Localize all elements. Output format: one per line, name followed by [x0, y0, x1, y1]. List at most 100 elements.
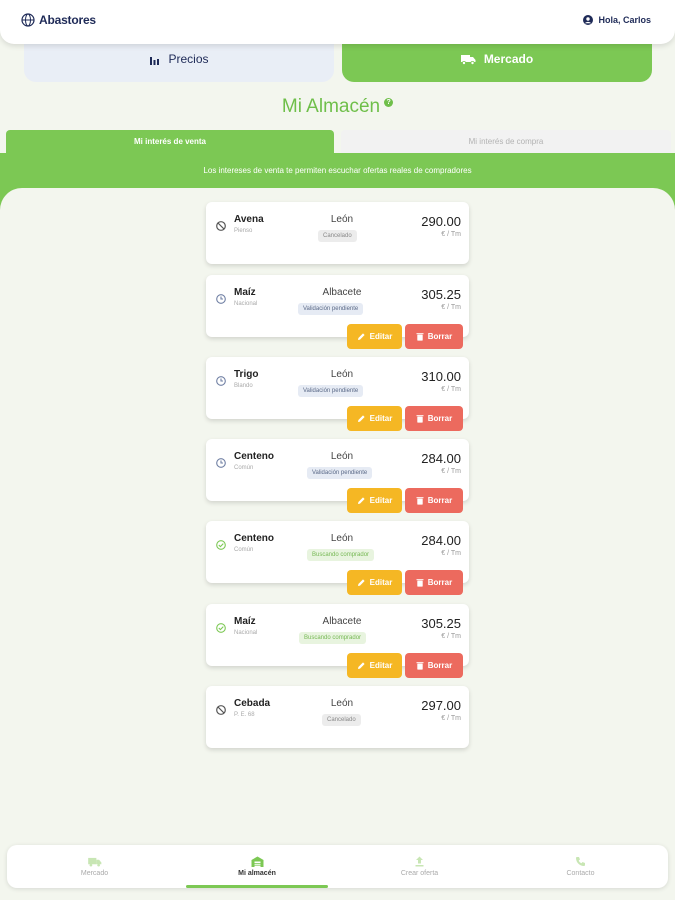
- nav-label: Mi almacén: [238, 870, 276, 877]
- offer-card[interactable]: Avena Pienso León Cancelado 290.00 € / T…: [206, 202, 469, 264]
- nav-label: Contacto: [566, 870, 595, 877]
- greeting-text: Hola, Carlos: [598, 15, 651, 25]
- product-name: Maíz: [234, 616, 256, 627]
- status-badge: Buscando comprador: [307, 549, 375, 561]
- location: León: [330, 698, 354, 709]
- status-badge: Validación pendiente: [307, 467, 373, 479]
- product-variety: P. E. 68: [234, 712, 255, 718]
- status-badge: Validación pendiente: [298, 385, 364, 397]
- delete-label: Borrar: [427, 496, 453, 505]
- edit-label: Editar: [369, 578, 393, 587]
- trash-icon: [416, 662, 424, 670]
- product-variety: Común: [234, 547, 254, 553]
- nav-label: Mercado: [80, 869, 109, 877]
- brand-logo[interactable]: Abastores: [21, 13, 96, 27]
- status-badge: Cancelado: [322, 714, 361, 726]
- edit-button[interactable]: Editar: [347, 324, 402, 349]
- status-badge: Buscando comprador: [299, 632, 367, 644]
- trash-icon: [416, 415, 424, 423]
- price: 284.00: [421, 533, 461, 548]
- price-unit: € / Tm: [441, 550, 461, 557]
- bottom-nav: Mercado Mi almacén Crear oferta Contacto: [7, 845, 668, 888]
- info-banner-text: Los intereses de venta te permiten escuc…: [203, 166, 472, 175]
- location: León: [330, 214, 354, 225]
- nav-item-crear-oferta[interactable]: Crear oferta: [342, 845, 497, 888]
- delete-button[interactable]: Borrar: [405, 570, 463, 595]
- product-variety: Nacional: [234, 630, 258, 636]
- active-tab-indicator: [186, 885, 328, 888]
- clock-icon: [216, 294, 226, 304]
- warehouse-icon: [251, 856, 263, 867]
- product-name: Centeno: [234, 451, 274, 462]
- trash-icon: [416, 497, 424, 505]
- product-name: Avena: [234, 214, 264, 225]
- pencil-icon: [357, 579, 365, 586]
- edit-button[interactable]: Editar: [347, 488, 402, 513]
- delete-button[interactable]: Borrar: [405, 324, 463, 349]
- clock-icon: [216, 376, 226, 386]
- delete-label: Borrar: [427, 661, 453, 670]
- upload-icon: [415, 856, 424, 867]
- price: 290.00: [421, 214, 461, 229]
- edit-label: Editar: [369, 332, 393, 341]
- user-icon: [583, 15, 594, 25]
- pencil-icon: [357, 662, 365, 669]
- status-badge: Cancelado: [318, 230, 357, 242]
- phone-icon: [576, 857, 585, 866]
- trash-icon: [416, 333, 424, 341]
- nav-item-mercado[interactable]: Mercado: [17, 845, 172, 888]
- price: 305.25: [421, 287, 461, 302]
- trash-icon: [416, 579, 424, 587]
- segment-mercado-label: Mercado: [483, 52, 534, 66]
- truck-icon: [87, 857, 101, 867]
- tab-interes-compra[interactable]: Mi interés de compra: [341, 130, 671, 153]
- product-name: Trigo: [234, 369, 259, 380]
- product-name: Cebada: [234, 698, 271, 709]
- location: León: [330, 451, 354, 462]
- top-bar: Abastores Hola, Carlos: [0, 0, 675, 44]
- price-unit: € / Tm: [441, 633, 461, 640]
- price: 305.25: [421, 616, 461, 631]
- delete-button[interactable]: Borrar: [405, 653, 463, 678]
- delete-button[interactable]: Borrar: [405, 488, 463, 513]
- pencil-icon: [357, 497, 365, 504]
- delete-button[interactable]: Borrar: [405, 406, 463, 431]
- user-menu[interactable]: Hola, Carlos: [583, 15, 651, 25]
- price-unit: € / Tm: [441, 715, 461, 722]
- nav-item-mi-almacen[interactable]: Mi almacén: [186, 845, 328, 888]
- segment-precios-label: Precios: [168, 52, 209, 66]
- page-title-wrap: Mi Almacén?: [0, 96, 675, 118]
- brand-name: Abastores: [39, 13, 96, 27]
- check-circle-icon: [216, 623, 226, 633]
- edit-button[interactable]: Editar: [347, 406, 402, 431]
- nav-label: Crear oferta: [400, 870, 439, 877]
- cancelled-status-icon: [216, 705, 226, 715]
- pencil-icon: [357, 333, 365, 340]
- nav-item-contacto[interactable]: Contacto: [503, 845, 658, 888]
- product-variety: Nacional: [234, 301, 258, 307]
- delete-label: Borrar: [427, 578, 453, 587]
- delete-label: Borrar: [427, 332, 453, 341]
- product-variety: Blando: [234, 383, 253, 389]
- status-badge: Validación pendiente: [298, 303, 364, 315]
- page-title: Mi Almacén: [281, 96, 381, 117]
- price-unit: € / Tm: [441, 386, 461, 393]
- globe-icon: [21, 13, 35, 27]
- price: 297.00: [421, 698, 461, 713]
- edit-button[interactable]: Editar: [347, 570, 402, 595]
- price: 310.00: [421, 369, 461, 384]
- offer-card[interactable]: Cebada P. E. 68 León Cancelado 297.00 € …: [206, 686, 469, 748]
- bar-chart-icon: [150, 56, 160, 65]
- tab-interes-venta[interactable]: Mi interés de venta: [6, 130, 334, 153]
- product-name: Centeno: [234, 533, 274, 544]
- help-icon[interactable]: ?: [384, 98, 394, 107]
- cancelled-status-icon: [216, 221, 226, 231]
- location: León: [330, 369, 354, 380]
- clock-icon: [216, 458, 226, 468]
- delete-label: Borrar: [427, 414, 453, 423]
- location: León: [330, 533, 354, 544]
- price-unit: € / Tm: [441, 304, 461, 311]
- price-unit: € / Tm: [441, 231, 461, 238]
- edit-button[interactable]: Editar: [347, 653, 402, 678]
- location: Albacete: [322, 616, 362, 627]
